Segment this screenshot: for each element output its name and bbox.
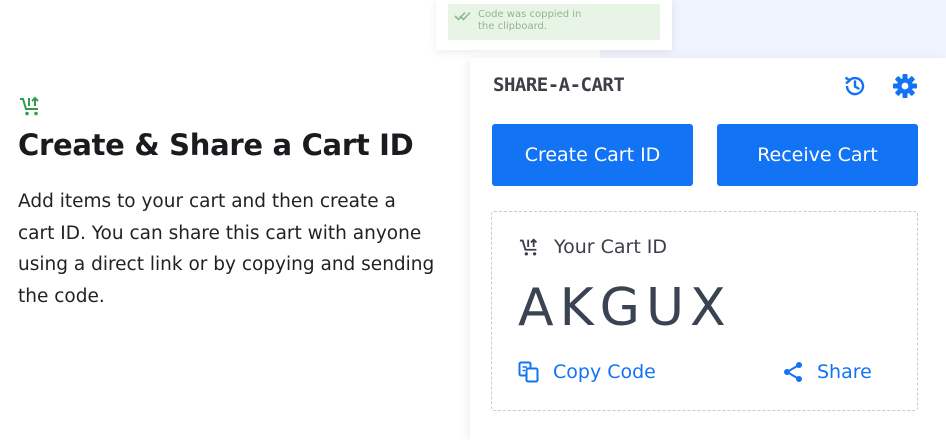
promo-description: Add items to your cart and then create a… — [18, 191, 435, 307]
promo-title: Create & Share a Cart ID — [18, 128, 414, 162]
history-icon[interactable] — [841, 72, 869, 100]
double-check-icon — [454, 11, 471, 21]
toast-message-line: the clipboard. — [478, 21, 548, 32]
cart-id-label: Your Cart ID — [554, 236, 668, 258]
share-label: Share — [817, 361, 872, 383]
brand-title: SHARE-A-CART — [493, 74, 625, 96]
cart-share-icon — [519, 238, 538, 256]
toast-message: Code was coppied in the clipboard. — [478, 9, 581, 33]
copy-code-label: Copy Code — [553, 361, 656, 383]
copy-icon — [518, 361, 539, 383]
create-cart-id-button[interactable]: Create Cart ID — [492, 124, 693, 186]
cart-id-label-row: Your Cart ID — [518, 236, 667, 258]
cart-share-icon — [20, 96, 39, 116]
cart-id-value: AKGUX — [518, 278, 732, 338]
toast-message-line: Code was coppied in — [478, 9, 582, 20]
receive-cart-button[interactable]: Receive Cart — [717, 124, 918, 186]
share-button[interactable]: Share — [781, 360, 872, 384]
toast-notification: Code was coppied in the clipboard. — [448, 4, 660, 40]
gear-icon[interactable] — [891, 72, 919, 100]
share-icon — [784, 362, 802, 382]
copy-code-button[interactable]: Copy Code — [517, 360, 656, 384]
